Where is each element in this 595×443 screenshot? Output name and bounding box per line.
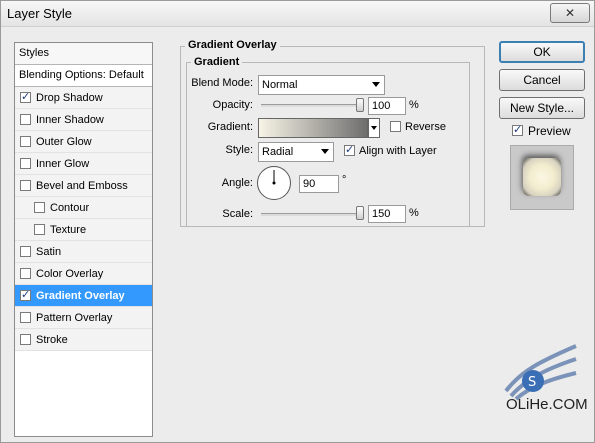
scale-label: Scale:	[222, 208, 253, 220]
new-style-button[interactable]: New Style...	[499, 97, 585, 119]
angle-input[interactable]: 90	[299, 175, 339, 193]
styles-list: Styles Blending Options: Default Drop Sh…	[14, 42, 153, 437]
style-item-label: Color Overlay	[36, 267, 104, 280]
blend-mode-label: Blend Mode:	[191, 77, 253, 89]
style-item-label: Stroke	[36, 333, 68, 346]
watermark-logo-icon: S	[504, 344, 577, 401]
style-item-checkbox[interactable]	[34, 224, 45, 235]
style-item-label: Satin	[36, 245, 62, 258]
title-bar: Layer Style ✕	[1, 1, 594, 27]
blending-options-item[interactable]: Blending Options: Default	[15, 65, 152, 87]
style-item-checkbox[interactable]	[20, 288, 31, 301]
style-item-checkbox[interactable]	[20, 136, 31, 147]
angle-needle-icon	[272, 170, 276, 185]
style-item-label: Gradient Overlay	[36, 289, 125, 302]
style-item-label: Inner Shadow	[36, 113, 104, 126]
style-item-texture[interactable]: Texture	[15, 219, 152, 241]
blend-mode-value: Normal	[262, 79, 298, 91]
style-item-checkbox[interactable]	[34, 202, 45, 213]
style-item-checkbox[interactable]	[20, 90, 31, 103]
opacity-value: 100	[372, 100, 391, 112]
angle-dial[interactable]	[257, 166, 291, 200]
chevron-down-icon	[372, 82, 380, 87]
style-item-color-overlay[interactable]: Color Overlay	[15, 263, 152, 285]
gradient-swatch[interactable]	[258, 118, 368, 138]
ok-button[interactable]: OK	[499, 41, 585, 63]
section-title: Gradient Overlay	[185, 39, 280, 51]
style-item-label: Inner Glow	[36, 157, 90, 170]
style-item-label: Texture	[50, 223, 87, 236]
opacity-slider-thumb[interactable]	[356, 98, 364, 112]
scale-slider-track[interactable]	[261, 213, 361, 216]
preview-image	[523, 158, 561, 196]
style-item-pattern-overlay[interactable]: Pattern Overlay	[15, 307, 152, 329]
scale-slider-thumb[interactable]	[356, 206, 364, 220]
style-item-checkbox[interactable]	[20, 312, 31, 323]
svg-text:S: S	[528, 375, 536, 390]
style-select[interactable]: Radial	[258, 142, 334, 162]
styles-header[interactable]: Styles	[15, 43, 152, 65]
style-item-drop-shadow[interactable]: Drop Shadow	[15, 87, 152, 109]
opacity-label: Opacity:	[212, 99, 253, 111]
angle-unit: °	[342, 174, 347, 186]
scale-input[interactable]: 150	[368, 205, 406, 223]
style-item-stroke[interactable]: Stroke	[15, 329, 152, 351]
style-item-contour[interactable]: Contour	[15, 197, 152, 219]
scale-value: 150	[372, 208, 391, 220]
style-item-label: Bevel and Emboss	[36, 179, 128, 192]
opacity-slider-track[interactable]	[261, 104, 361, 107]
scale-unit: %	[409, 207, 419, 219]
style-item-label: Pattern Overlay	[36, 311, 113, 324]
close-icon: ✕	[564, 6, 576, 20]
style-item-checkbox[interactable]	[20, 158, 31, 169]
gradient-label: Gradient:	[207, 121, 253, 133]
align-with-layer-checkbox[interactable]	[344, 143, 355, 156]
opacity-unit: %	[409, 99, 419, 111]
preview-label: Preview	[528, 124, 571, 138]
reverse-label: Reverse	[405, 121, 446, 133]
preview-thumbnail	[510, 145, 574, 210]
style-item-checkbox[interactable]	[20, 246, 31, 257]
style-item-checkbox[interactable]	[20, 268, 31, 279]
close-button[interactable]: ✕	[550, 3, 590, 23]
reverse-checkbox[interactable]	[390, 121, 401, 132]
watermark-text: OLiHe.COM	[506, 396, 588, 413]
preview-checkbox[interactable]	[512, 123, 523, 136]
style-item-label: Drop Shadow	[36, 91, 103, 104]
angle-value: 90	[303, 178, 316, 190]
cancel-button[interactable]: Cancel	[499, 69, 585, 91]
blend-mode-select[interactable]: Normal	[258, 75, 385, 95]
opacity-input[interactable]: 100	[368, 97, 406, 115]
style-value: Radial	[262, 146, 294, 158]
style-item-inner-glow[interactable]: Inner Glow	[15, 153, 152, 175]
layer-style-dialog: Layer Style ✕ Styles Blending Options: D…	[0, 0, 595, 443]
align-with-layer-label: Align with Layer	[359, 145, 437, 157]
group-title: Gradient	[191, 56, 243, 68]
style-label: Style:	[225, 144, 253, 156]
style-item-label: Contour	[50, 201, 90, 214]
style-item-outer-glow[interactable]: Outer Glow	[15, 131, 152, 153]
style-item-gradient-overlay[interactable]: Gradient Overlay	[15, 285, 152, 307]
style-item-label: Outer Glow	[36, 135, 92, 148]
style-item-checkbox[interactable]	[20, 180, 31, 191]
dialog-title: Layer Style	[7, 6, 73, 21]
style-item-bevel-and-emboss[interactable]: Bevel and Emboss	[15, 175, 152, 197]
chevron-down-icon	[321, 149, 329, 154]
style-item-checkbox[interactable]	[20, 114, 31, 125]
angle-label: Angle:	[221, 177, 253, 189]
style-item-checkbox[interactable]	[20, 334, 31, 345]
style-item-inner-shadow[interactable]: Inner Shadow	[15, 109, 152, 131]
gradient-picker-arrow-icon[interactable]	[368, 118, 380, 138]
style-item-satin[interactable]: Satin	[15, 241, 152, 263]
